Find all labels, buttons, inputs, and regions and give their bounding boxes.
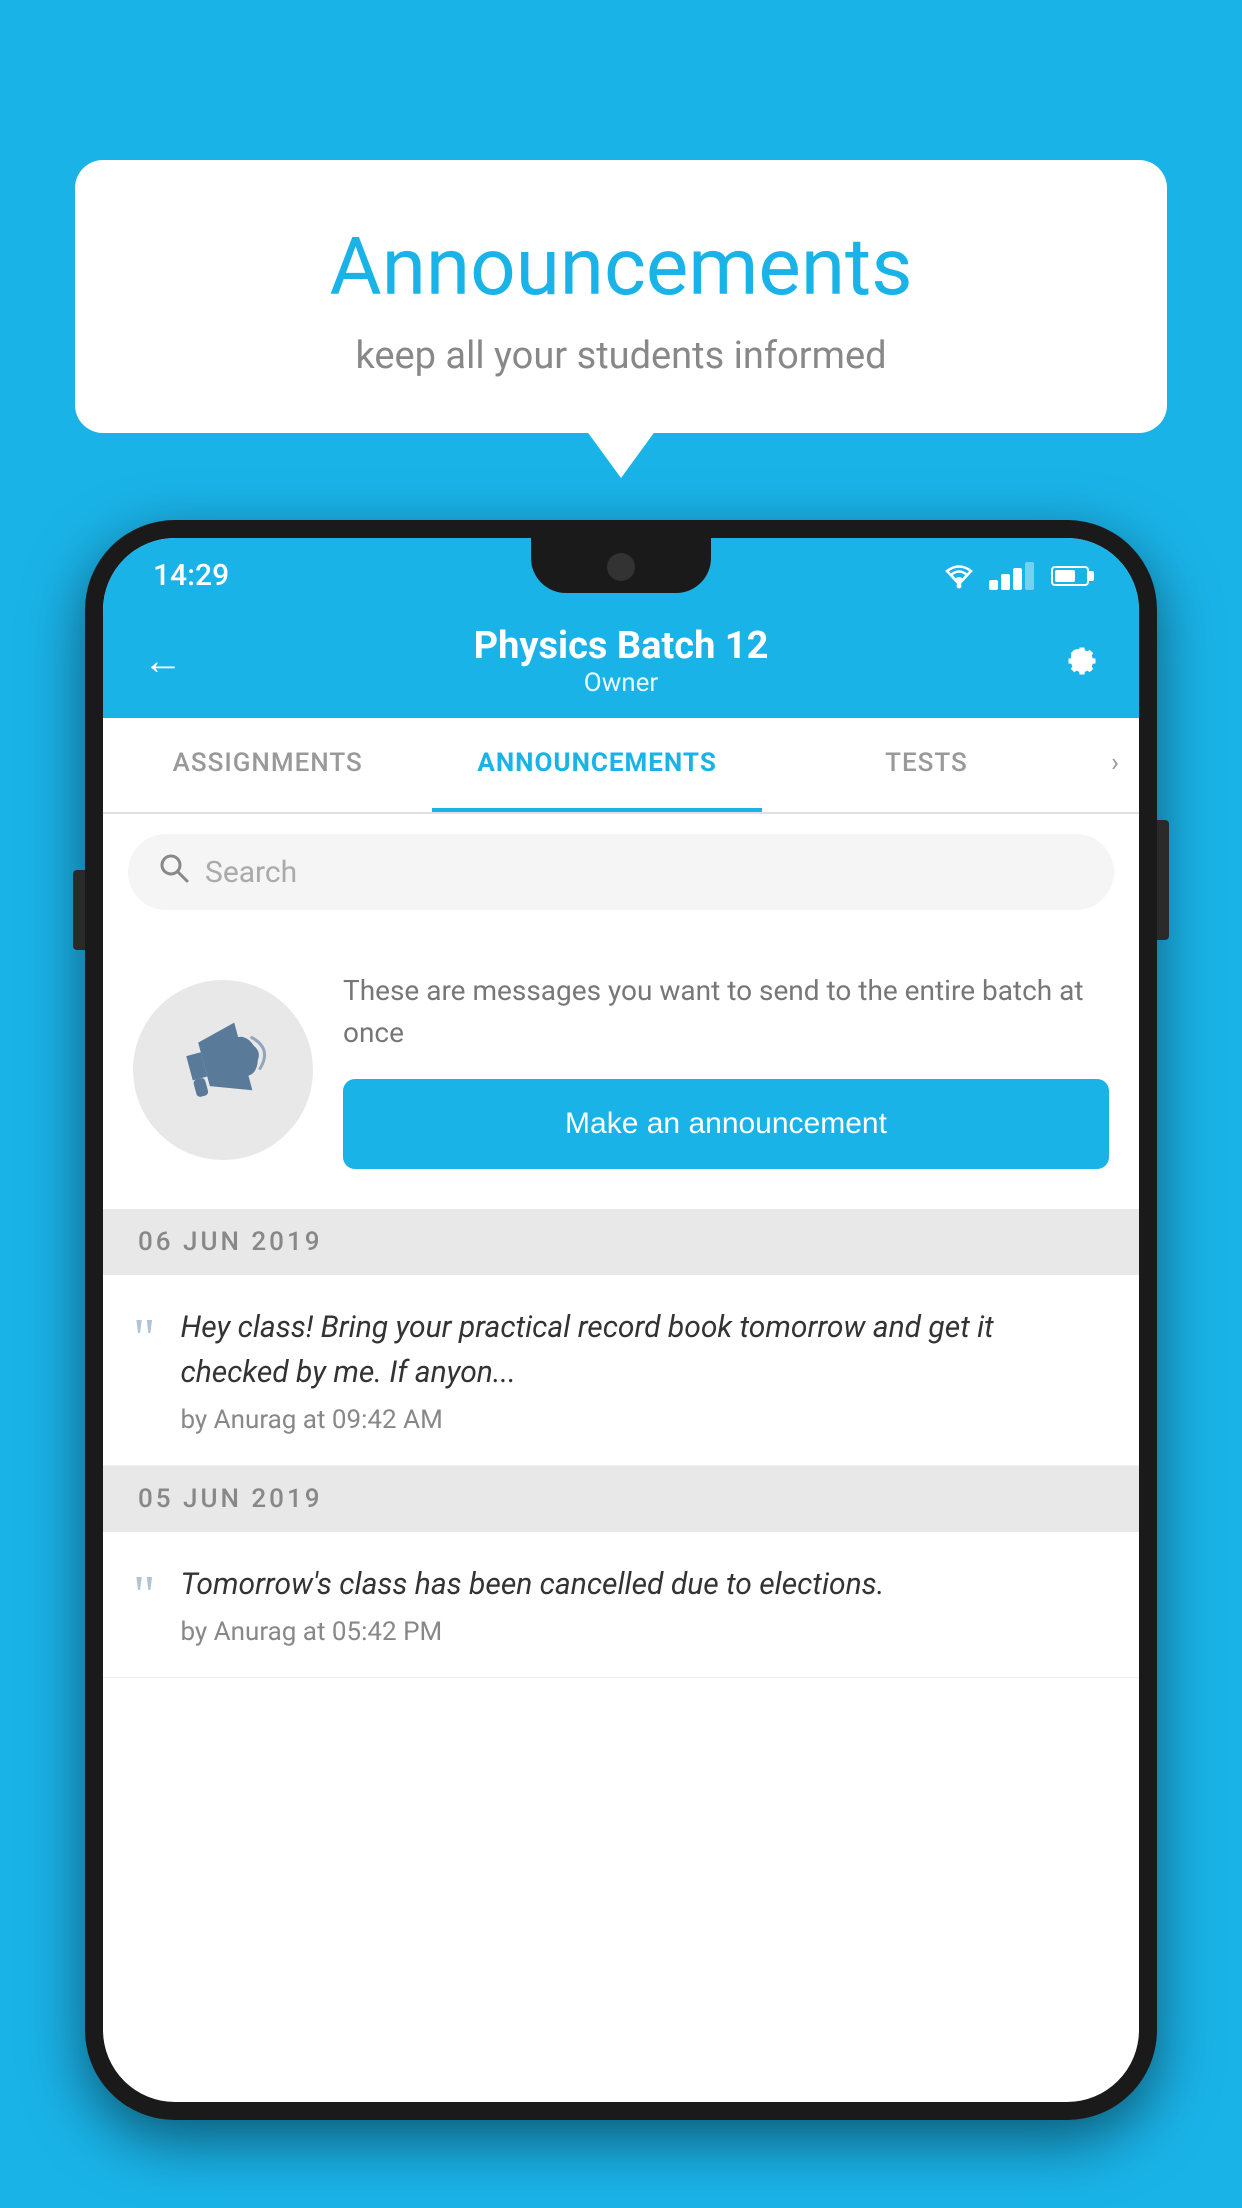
phone-camera <box>607 553 635 581</box>
phone-side-button-left <box>73 870 85 950</box>
wifi-icon <box>941 562 977 590</box>
promo-text: These are messages you want to send to t… <box>343 970 1109 1054</box>
date-separator-2: 05 JUN 2019 <box>103 1466 1139 1532</box>
speech-bubble-section: Announcements keep all your students inf… <box>75 160 1167 433</box>
tab-assignments[interactable]: ASSIGNMENTS <box>103 718 432 812</box>
quote-icon-2: " <box>133 1567 155 1622</box>
speech-bubble-card: Announcements keep all your students inf… <box>75 160 1167 433</box>
header-subtitle: Owner <box>474 668 769 698</box>
quote-icon-1: " <box>133 1310 155 1365</box>
status-icons <box>941 562 1089 590</box>
tab-more[interactable]: › <box>1091 718 1139 812</box>
search-input-wrapper[interactable]: Search <box>128 834 1114 910</box>
app-header: ← Physics Batch 12 Owner <box>103 603 1139 718</box>
speech-bubble-title: Announcements <box>135 220 1107 314</box>
promo-right: These are messages you want to send to t… <box>343 970 1109 1169</box>
search-container: Search <box>103 814 1139 930</box>
battery-icon <box>1051 566 1089 586</box>
back-button[interactable]: ← <box>143 637 183 684</box>
tab-tests[interactable]: TESTS <box>762 718 1091 812</box>
phone-container: 14:29 <box>85 520 1157 2208</box>
search-icon <box>158 852 190 892</box>
announcement-meta-2: by Anurag at 05:42 PM <box>180 1617 1109 1647</box>
phone-screen: 14:29 <box>103 538 1139 2102</box>
speech-bubble-subtitle: keep all your students informed <box>135 334 1107 378</box>
header-center: Physics Batch 12 Owner <box>474 624 769 698</box>
announcement-meta-1: by Anurag at 09:42 AM <box>180 1405 1109 1435</box>
promo-section: These are messages you want to send to t… <box>103 930 1139 1209</box>
promo-icon-circle <box>133 980 313 1160</box>
announcement-text-2: Tomorrow's class has been cancelled due … <box>180 1562 1109 1607</box>
announcement-text-1: Hey class! Bring your practical record b… <box>180 1305 1109 1395</box>
date-separator-1: 06 JUN 2019 <box>103 1209 1139 1275</box>
make-announcement-button[interactable]: Make an announcement <box>343 1079 1109 1169</box>
announcement-content-2: Tomorrow's class has been cancelled due … <box>180 1562 1109 1647</box>
phone-side-button-right <box>1157 820 1169 940</box>
megaphone-icon <box>162 1002 284 1138</box>
phone-notch <box>531 538 711 593</box>
announcement-content-1: Hey class! Bring your practical record b… <box>180 1305 1109 1435</box>
announcement-item-1[interactable]: " Hey class! Bring your practical record… <box>103 1275 1139 1466</box>
search-placeholder: Search <box>205 855 297 890</box>
announcement-item-2[interactable]: " Tomorrow's class has been cancelled du… <box>103 1532 1139 1678</box>
settings-icon[interactable] <box>1057 635 1099 687</box>
header-title: Physics Batch 12 <box>474 624 769 668</box>
tabs-container: ASSIGNMENTS ANNOUNCEMENTS TESTS › <box>103 718 1139 814</box>
signal-icon <box>989 562 1034 590</box>
tab-announcements[interactable]: ANNOUNCEMENTS <box>432 718 761 812</box>
status-time: 14:29 <box>153 558 229 593</box>
phone-outer: 14:29 <box>85 520 1157 2120</box>
